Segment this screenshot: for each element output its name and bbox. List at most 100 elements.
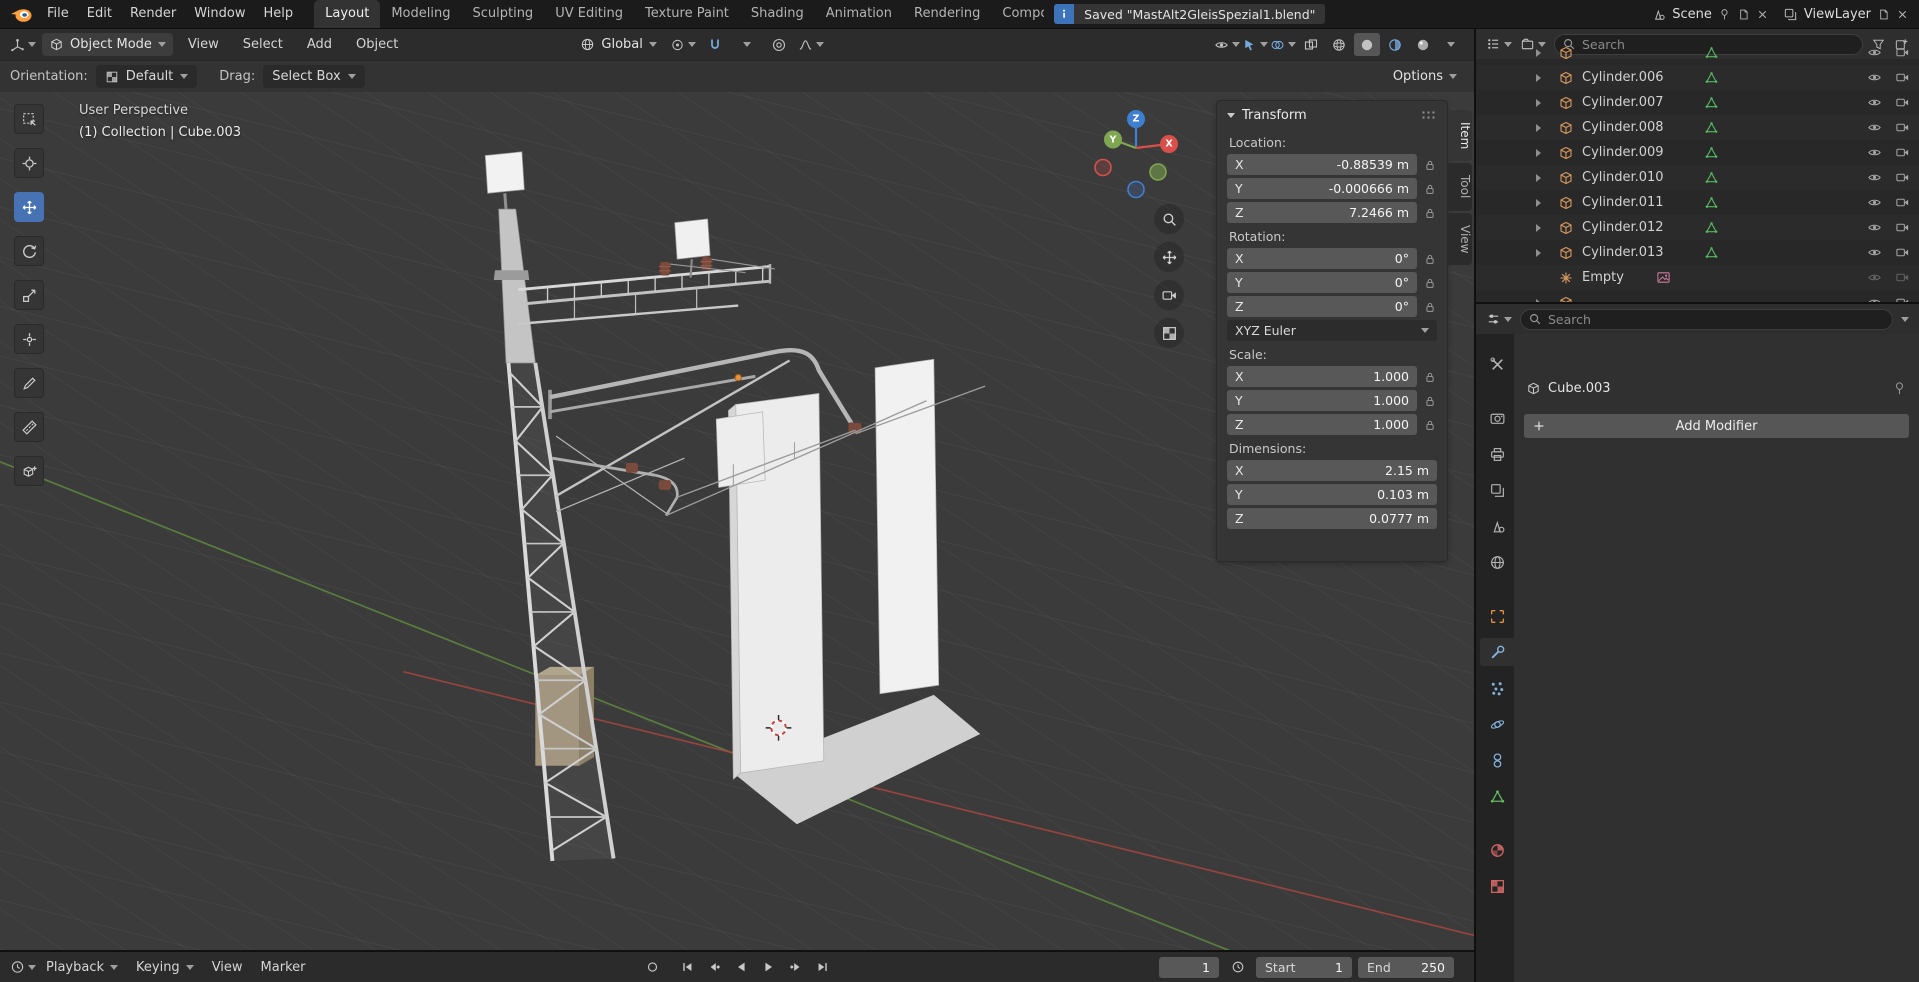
lock-icon[interactable] (1423, 418, 1437, 432)
expand-icon[interactable] (1536, 224, 1541, 232)
hide-eye-icon[interactable] (1867, 45, 1882, 60)
object-name[interactable]: Cylinder.010 (1582, 165, 1664, 190)
dimensions-z-field[interactable]: Z0.0777 m (1227, 508, 1437, 529)
navigation-gizmo[interactable]: Z Y X (1081, 96, 1191, 200)
menu-object[interactable]: Object (347, 31, 407, 59)
shading-material-preview-button[interactable] (1382, 33, 1408, 56)
object-name[interactable]: Cylinder.006 (1582, 65, 1664, 90)
outliner-item[interactable]: Cylinder.007 (1476, 90, 1919, 115)
render-visibility-icon[interactable] (1895, 70, 1910, 85)
hide-eye-icon[interactable] (1867, 195, 1882, 210)
expand-icon[interactable] (1536, 174, 1541, 182)
render-visibility-icon[interactable] (1895, 295, 1910, 302)
lock-icon[interactable] (1423, 252, 1437, 266)
lock-icon[interactable] (1423, 300, 1437, 314)
hide-eye-icon[interactable] (1867, 70, 1882, 85)
3d-viewport[interactable]: User Perspective (1) Collection | Cube.0… (0, 92, 1474, 950)
show-gizmo-dropdown[interactable] (1242, 33, 1268, 56)
outliner-item-partial[interactable] (1476, 290, 1919, 302)
menu-help[interactable]: Help (255, 0, 303, 28)
lock-icon[interactable] (1423, 394, 1437, 408)
outliner-item[interactable]: Cylinder.010 (1476, 165, 1919, 190)
tab-physics[interactable] (1480, 710, 1514, 738)
scale-z-field[interactable]: Z1.000 (1227, 414, 1417, 435)
keying-popover[interactable]: Keying (128, 960, 202, 975)
tab-scene[interactable] (1480, 512, 1514, 540)
transform-panel-header[interactable]: Transform (1217, 101, 1447, 129)
new-view-layer-icon[interactable] (1877, 8, 1890, 21)
render-visibility-icon[interactable] (1895, 120, 1910, 135)
location-z-field[interactable]: Z7.2466 m (1227, 202, 1417, 223)
scene-icon[interactable] (1651, 7, 1666, 22)
outliner-item[interactable]: Cylinder.006 (1476, 65, 1919, 90)
workspace-tab-modeling[interactable]: Modeling (380, 0, 461, 28)
remove-view-layer-icon[interactable] (1896, 8, 1909, 21)
mode-selector[interactable]: Object Mode (42, 33, 173, 56)
shading-solid-button[interactable] (1354, 33, 1380, 56)
render-visibility-icon[interactable] (1895, 270, 1910, 285)
breadcrumb-object-name[interactable]: Cube.003 (1548, 381, 1611, 396)
pan-hand-button[interactable] (1154, 242, 1184, 272)
hide-eye-icon[interactable] (1867, 245, 1882, 260)
outliner-item[interactable]: Cylinder.012 (1476, 215, 1919, 240)
object-type-visibility-dropdown[interactable] (1214, 33, 1240, 56)
menu-timeline-marker[interactable]: Marker (253, 960, 314, 975)
zoom-button[interactable] (1154, 204, 1184, 234)
tool-cursor[interactable] (14, 148, 44, 178)
dimensions-x-field[interactable]: X2.15 m (1227, 460, 1437, 481)
gizmo-x-axis-label[interactable]: X (1165, 139, 1172, 150)
hide-eye-icon[interactable] (1867, 220, 1882, 235)
pin-scene-icon[interactable] (1718, 8, 1731, 21)
shading-settings-dropdown[interactable] (1438, 33, 1464, 56)
expand-icon[interactable] (1536, 199, 1541, 207)
properties-options-icon[interactable] (1901, 317, 1909, 322)
menu-view[interactable]: View (179, 31, 228, 59)
blender-logo-icon[interactable] (8, 5, 34, 23)
workspace-tab-uv-editing[interactable]: UV Editing (544, 0, 634, 28)
hide-eye-icon[interactable] (1867, 95, 1882, 110)
gizmo-z-axis-label[interactable]: Z (1133, 114, 1140, 125)
workspace-tab-sculpting[interactable]: Sculpting (461, 0, 544, 28)
lock-icon[interactable] (1423, 182, 1437, 196)
object-name[interactable]: Cylinder.012 (1582, 215, 1664, 240)
menu-add[interactable]: Add (298, 31, 341, 59)
menu-window[interactable]: Window (185, 0, 254, 28)
tab-particles[interactable] (1480, 674, 1514, 702)
view-layer-name[interactable]: ViewLayer (1804, 7, 1871, 22)
frame-start-field[interactable]: Start1 (1256, 957, 1352, 978)
jump-to-end-button[interactable] (810, 957, 835, 978)
menu-select[interactable]: Select (234, 31, 292, 59)
show-overlays-dropdown[interactable] (1270, 33, 1296, 56)
object-name[interactable]: Cylinder.008 (1582, 115, 1664, 140)
expand-icon[interactable] (1536, 49, 1541, 57)
render-visibility-icon[interactable] (1895, 45, 1910, 60)
next-keyframe-button[interactable] (783, 957, 808, 978)
workspace-tab-layout[interactable]: Layout (314, 0, 380, 28)
pin-id-icon[interactable] (1892, 381, 1907, 396)
snap-settings-dropdown[interactable] (734, 33, 760, 56)
sidebar-tab-tool[interactable]: Tool (1448, 163, 1472, 210)
gizmo-y-axis-label[interactable]: Y (1110, 134, 1117, 145)
render-visibility-icon[interactable] (1895, 145, 1910, 160)
frame-end-field[interactable]: End250 (1358, 957, 1454, 978)
drag-mode-dropdown[interactable]: Select Box (263, 65, 364, 88)
menu-render[interactable]: Render (121, 0, 185, 28)
lock-icon[interactable] (1423, 206, 1437, 220)
playback-popover[interactable]: Playback (38, 960, 126, 975)
transform-orientation-dropdown[interactable]: Global (573, 33, 663, 56)
render-visibility-icon[interactable] (1895, 95, 1910, 110)
properties-search-input[interactable] (1520, 309, 1893, 330)
jump-to-start-button[interactable] (675, 957, 700, 978)
tool-scale[interactable] (14, 280, 44, 310)
expand-icon[interactable] (1536, 149, 1541, 157)
workspace-tab-animation[interactable]: Animation (815, 0, 903, 28)
orthographic-toggle-button[interactable] (1154, 318, 1184, 348)
outliner-item-partial[interactable] (1476, 40, 1919, 65)
dimensions-y-field[interactable]: Y0.103 m (1227, 484, 1437, 505)
render-visibility-icon[interactable] (1895, 220, 1910, 235)
render-visibility-icon[interactable] (1895, 195, 1910, 210)
tool-move[interactable] (14, 192, 44, 222)
panel-grip-icon[interactable] (1421, 110, 1437, 120)
scene-name[interactable]: Scene (1672, 7, 1712, 22)
object-name[interactable]: Cylinder.009 (1582, 140, 1664, 165)
